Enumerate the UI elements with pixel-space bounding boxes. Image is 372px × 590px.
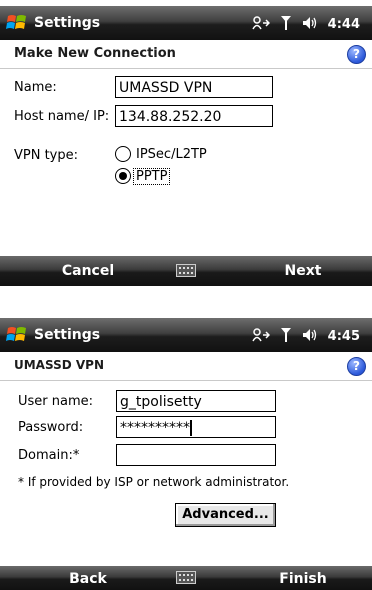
status-area[interactable]: 4:45 (252, 327, 360, 346)
page-title: UMASSD VPN (14, 358, 104, 372)
status-area[interactable]: 4:44 (252, 15, 360, 34)
connectivity-icon[interactable] (252, 15, 270, 34)
signal-icon[interactable] (280, 327, 292, 346)
name-field[interactable]: UMASSD VPN (115, 76, 273, 98)
advanced-button[interactable]: Advanced... (175, 503, 276, 527)
volume-icon[interactable] (302, 16, 318, 34)
text-cursor (190, 420, 192, 436)
radio-ipsec-label[interactable]: IPSec/L2TP (136, 147, 207, 162)
radio-pptp[interactable] (115, 168, 131, 184)
password-label: Password: (18, 420, 84, 435)
radio-pptp-label[interactable]: PPTP (133, 168, 171, 185)
username-field[interactable]: g_tpolisetty (116, 390, 276, 412)
windows-logo-icon[interactable] (6, 324, 28, 346)
host-label: Host name/ IP: (14, 109, 110, 124)
softkey-bar-bottom: Back Finish (0, 566, 372, 590)
domain-note: * If provided by ISP or network administ… (18, 475, 290, 489)
title-bar-bottom: Settings 4:45 (0, 318, 372, 352)
cancel-button[interactable]: Cancel (58, 263, 118, 279)
keyboard-icon[interactable] (176, 571, 196, 584)
radio-selected-dot (119, 172, 127, 180)
windows-logo-icon[interactable] (6, 12, 28, 34)
vpn-type-label: VPN type: (14, 148, 79, 163)
page-header: UMASSD VPN ? (0, 352, 372, 381)
page-title: Make New Connection (14, 46, 176, 61)
softkey-bar-top: Cancel Next (0, 256, 372, 286)
finish-button[interactable]: Finish (268, 571, 338, 587)
keyboard-icon[interactable] (176, 264, 196, 277)
app-title: Settings (34, 327, 101, 343)
radio-ipsec[interactable] (115, 146, 131, 162)
app-title: Settings (34, 15, 101, 31)
password-value: ********** (120, 420, 190, 436)
connectivity-icon[interactable] (252, 327, 270, 346)
next-button[interactable]: Next (268, 263, 338, 279)
domain-field[interactable] (116, 444, 276, 466)
host-field[interactable]: 134.88.252.20 (115, 105, 273, 127)
password-field[interactable]: ********** (116, 416, 276, 438)
help-icon[interactable]: ? (347, 45, 366, 64)
back-button[interactable]: Back (58, 571, 118, 587)
username-label: User name: (18, 394, 94, 409)
clock[interactable]: 4:44 (328, 17, 360, 32)
name-label: Name: (14, 80, 57, 95)
page-header: Make New Connection ? (0, 40, 372, 69)
title-bar-top: Settings 4:44 (0, 6, 372, 40)
help-icon[interactable]: ? (347, 357, 366, 376)
clock[interactable]: 4:45 (328, 329, 360, 344)
volume-icon[interactable] (302, 328, 318, 346)
domain-label: Domain:* (18, 448, 80, 463)
signal-icon[interactable] (280, 15, 292, 34)
